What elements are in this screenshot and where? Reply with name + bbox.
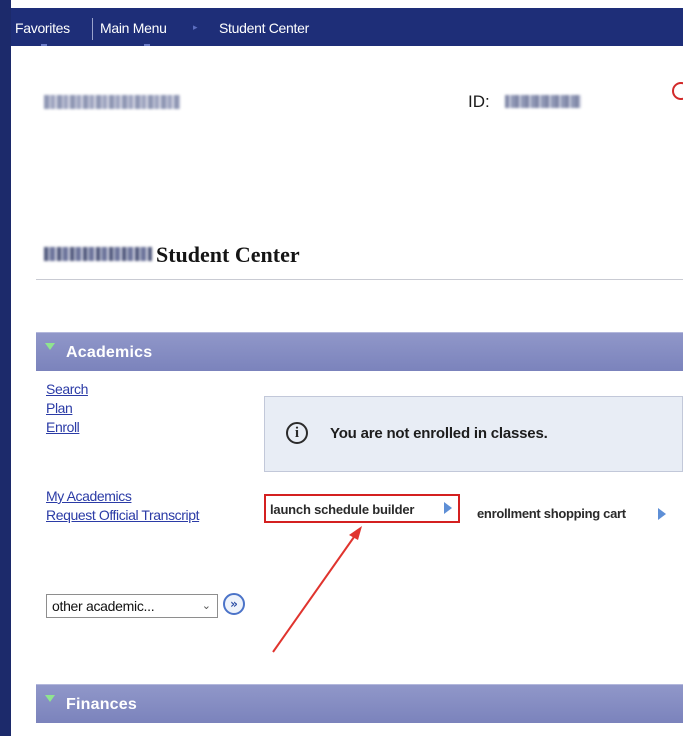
- student-id-label: ID:: [468, 92, 490, 111]
- enrollment-shopping-cart-link[interactable]: enrollment shopping cart: [477, 506, 626, 521]
- academics-link-search[interactable]: Search: [46, 381, 88, 397]
- double-chevron-right-icon: »: [230, 597, 238, 611]
- academics-section-header[interactable]: Academics: [36, 332, 683, 371]
- enrollment-notice-text: You are not enrolled in classes.: [330, 425, 548, 442]
- nav-student-center[interactable]: Student Center: [219, 20, 309, 36]
- student-first-name-redacted: [44, 247, 152, 261]
- student-name-redacted: [44, 95, 180, 109]
- breadcrumb-arrow-icon: ▸: [193, 22, 198, 32]
- go-button[interactable]: »: [223, 593, 245, 615]
- annotation-arrow-shaft: [272, 536, 355, 653]
- triangle-right-icon[interactable]: [658, 508, 666, 520]
- finances-section-header[interactable]: Finances: [36, 684, 683, 723]
- nav-favorites[interactable]: Favorites: [15, 20, 70, 36]
- top-nav-bar: Favorites Main Menu ▸ Student Center: [11, 8, 683, 46]
- alert-icon[interactable]: [672, 82, 683, 100]
- academics-link-request-transcript[interactable]: Request Official Transcript: [46, 507, 200, 523]
- academics-link-my-academics[interactable]: My Academics: [46, 488, 132, 504]
- window-left-border: [0, 0, 11, 736]
- finances-section-label: Finances: [66, 696, 137, 713]
- triangle-down-icon: [45, 343, 55, 350]
- info-circle-icon: i: [286, 422, 308, 444]
- student-id-redacted: [505, 95, 581, 108]
- nav-separator: [92, 18, 93, 40]
- page-title: Student Center: [156, 242, 300, 267]
- academics-link-enroll[interactable]: Enroll: [46, 419, 80, 435]
- other-academic-select-value: other academic...: [52, 598, 155, 614]
- other-academic-select[interactable]: other academic... ⌄: [46, 594, 218, 618]
- academics-section-label: Academics: [66, 344, 153, 361]
- triangle-down-icon: [45, 695, 55, 702]
- academics-link-plan[interactable]: Plan: [46, 400, 73, 416]
- chevron-down-icon: ⌄: [201, 600, 211, 612]
- nav-main-menu-dropdown-marker: [144, 44, 150, 46]
- title-divider: [36, 279, 683, 280]
- annotation-arrow-head: [349, 526, 362, 540]
- launch-schedule-builder-link[interactable]: launch schedule builder: [270, 502, 414, 517]
- nav-main-menu[interactable]: Main Menu: [100, 20, 167, 36]
- nav-favorites-dropdown-marker: [41, 44, 47, 46]
- triangle-right-icon[interactable]: [444, 502, 452, 514]
